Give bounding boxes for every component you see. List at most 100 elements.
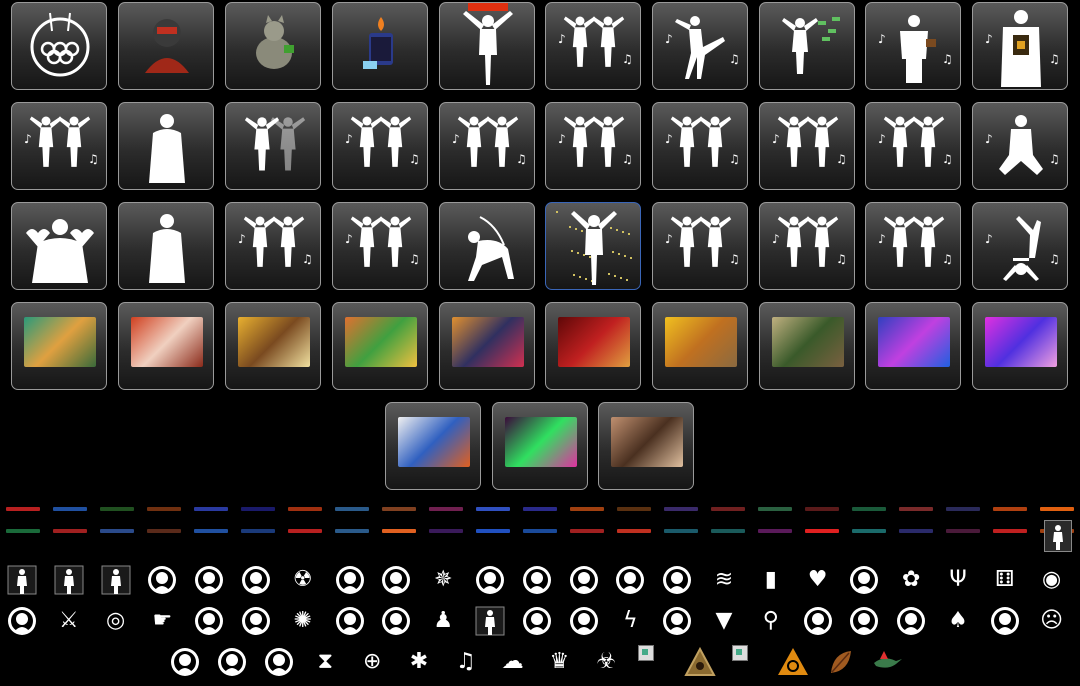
biohazard-icon[interactable]: ☣ [589, 645, 623, 679]
grim-reaper-icon[interactable] [988, 604, 1022, 638]
emote-tile[interactable] [598, 402, 694, 490]
emote-tile[interactable] [492, 402, 588, 490]
emote-tile[interactable] [865, 302, 961, 390]
eagle-icon[interactable] [333, 604, 367, 638]
revolver-cylinder-icon[interactable]: ✿ [894, 563, 928, 597]
emote-tile[interactable]: ♪ ♫ [759, 102, 855, 190]
trex-icon[interactable] [333, 563, 367, 597]
octopus-icon[interactable]: ✵ [426, 563, 460, 597]
emote-tile[interactable] [225, 2, 321, 90]
wolf-moon-icon[interactable] [379, 604, 413, 638]
dragon-spiral-icon[interactable] [5, 604, 39, 638]
emote-tile[interactable] [385, 402, 481, 490]
voodoo-doll-icon[interactable] [660, 563, 694, 597]
bust-icon[interactable] [239, 563, 273, 597]
lifebuoy-icon[interactable]: ◉ [1035, 563, 1069, 597]
alien-head-icon[interactable] [192, 563, 226, 597]
pizza-icon[interactable]: ▼ [707, 604, 741, 638]
skull-mask-icon[interactable] [473, 563, 507, 597]
triangle-emblem-icon[interactable] [683, 645, 717, 679]
emote-tile[interactable]: ♪ ♫ [439, 102, 535, 190]
flexed-arm-icon[interactable] [894, 604, 928, 638]
emote-tile[interactable]: ♪ ♫ [652, 2, 748, 90]
emote-tile[interactable] [11, 202, 107, 290]
emote-tile[interactable]: ♪ ♫ [972, 202, 1068, 290]
emote-tile[interactable]: ♪ ♫ [545, 2, 641, 90]
emote-tile[interactable]: ♪ ♫ [652, 102, 748, 190]
standing-figure-icon[interactable] [473, 604, 507, 638]
spartan-helmet-icon[interactable] [567, 604, 601, 638]
person-frame-icon[interactable] [1044, 520, 1072, 552]
emote-tile[interactable] [11, 2, 107, 90]
rooster-icon[interactable] [215, 645, 249, 679]
emote-tile[interactable] [11, 302, 107, 390]
ghost-icon[interactable]: ☁ [496, 645, 530, 679]
fox-face-icon[interactable] [192, 604, 226, 638]
emote-tile[interactable] [225, 102, 321, 190]
emote-tile[interactable] [545, 202, 641, 290]
person-frame-icon[interactable] [99, 563, 133, 597]
spider-icon[interactable]: ✱ [402, 645, 436, 679]
crosshair-icon[interactable]: ⊕ [355, 645, 389, 679]
hourglass-icon[interactable]: ⧗ [308, 645, 342, 679]
emote-tile[interactable] [439, 2, 535, 90]
gas-mask-icon[interactable] [613, 563, 647, 597]
emote-tile[interactable] [759, 2, 855, 90]
emote-tile[interactable] [118, 2, 214, 90]
person-frame-icon[interactable] [52, 563, 86, 597]
emote-tile[interactable]: ♪ ♫ [545, 102, 641, 190]
emote-tile[interactable] [759, 302, 855, 390]
emote-tile[interactable] [439, 202, 535, 290]
emote-tile[interactable] [652, 302, 748, 390]
scorpion-icon[interactable]: ✺ [286, 604, 320, 638]
dice-icon[interactable]: ⚅ [988, 563, 1022, 597]
emote-tile[interactable] [972, 302, 1068, 390]
emote-tile[interactable]: ♪ ♫ [332, 102, 428, 190]
pointing-hand-icon[interactable]: ☛ [145, 604, 179, 638]
emote-tile[interactable] [118, 302, 214, 390]
emote-tile[interactable] [225, 302, 321, 390]
magnifier-icon[interactable]: ⚲ [754, 604, 788, 638]
hummingbird-icon[interactable] [870, 645, 904, 679]
heart-swords-icon[interactable]: ♥ [801, 563, 835, 597]
emote-tile[interactable] [545, 302, 641, 390]
emote-tile[interactable]: ♪ ♫ [332, 202, 428, 290]
emote-tile[interactable]: ♪ ♫ [759, 202, 855, 290]
baby-face-icon[interactable] [262, 645, 296, 679]
emote-tile[interactable] [332, 2, 428, 90]
crown-icon[interactable]: ♛ [542, 645, 576, 679]
leaf-icon[interactable] [823, 645, 857, 679]
horseshoe-clover-icon[interactable] [847, 604, 881, 638]
bird-icon[interactable]: ♫ [449, 645, 483, 679]
emote-tile[interactable] [118, 202, 214, 290]
heart-badge-icon[interactable] [168, 645, 202, 679]
boxing-gloves-icon[interactable] [567, 563, 601, 597]
emote-tile[interactable]: ♪ ♫ [972, 2, 1068, 90]
emote-tile[interactable] [332, 302, 428, 390]
trident-icon[interactable]: Ψ [941, 563, 975, 597]
chess-pawn-icon[interactable]: ♟ [426, 604, 460, 638]
paw-icon[interactable] [379, 563, 413, 597]
crossed-arrows-icon[interactable] [520, 604, 554, 638]
emote-tile[interactable] [118, 102, 214, 190]
gasmask-hands-icon[interactable] [145, 563, 179, 597]
tombstone-icon[interactable]: ▮ [754, 563, 788, 597]
emote-tile[interactable] [439, 302, 535, 390]
brain-head-icon[interactable] [239, 604, 273, 638]
emote-tile[interactable]: ♪ ♫ [865, 102, 961, 190]
emote-tile[interactable]: ♪ ♫ [865, 2, 961, 90]
emote-tile[interactable]: ♪ ♫ [652, 202, 748, 290]
claw-marks-icon[interactable]: ≋ [707, 563, 741, 597]
smiley-x-icon[interactable]: ☹ [1035, 604, 1069, 638]
warning-hazard-icon[interactable] [776, 645, 810, 679]
emote-tile[interactable]: ♪ ♫ [11, 102, 107, 190]
emote-tile[interactable]: ♪ ♫ [865, 202, 961, 290]
donut-icon[interactable]: ◎ [99, 604, 133, 638]
emote-tile[interactable]: ♪ ♫ [225, 202, 321, 290]
playing-cards-icon[interactable]: ♠ [941, 604, 975, 638]
person-frame-icon[interactable] [5, 563, 39, 597]
shield-chevron-icon[interactable] [660, 604, 694, 638]
bear-icon[interactable] [801, 604, 835, 638]
emote-tile[interactable]: ♪ ♫ [972, 102, 1068, 190]
radiation-icon[interactable]: ☢ [286, 563, 320, 597]
